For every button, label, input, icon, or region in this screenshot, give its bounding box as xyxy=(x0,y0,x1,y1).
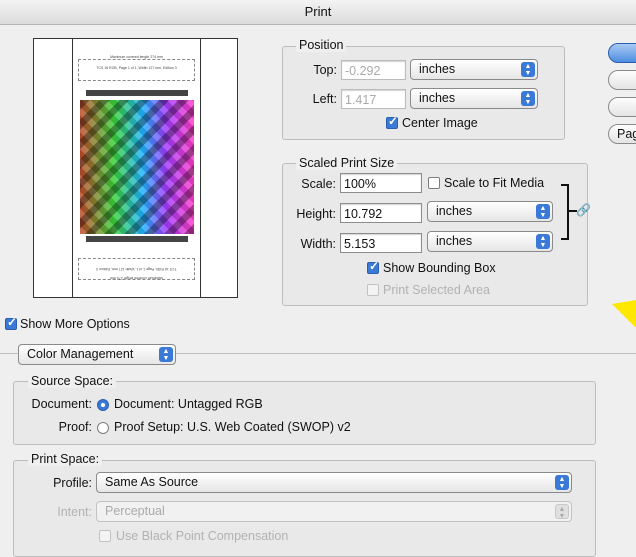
intent-label: Intent: xyxy=(57,505,92,519)
source-space-legend: Source Space: xyxy=(28,374,116,388)
show-bounding-box-label: Show Bounding Box xyxy=(383,261,496,275)
proof-label: Proof: xyxy=(58,420,92,434)
proof-radio[interactable] xyxy=(97,422,109,434)
chevron-updown-icon: ▲ ▼ xyxy=(159,347,173,362)
scale-to-fit-checkbox[interactable] xyxy=(428,177,440,189)
chevron-updown-icon: ▲ ▼ xyxy=(555,504,569,520)
left-unit-select[interactable]: inches ▲ ▼ xyxy=(410,88,538,109)
document-option-label: Document: Untagged RGB xyxy=(114,397,263,411)
chevron-updown-icon: ▲ ▼ xyxy=(521,91,535,106)
chevron-updown-icon: ▲ ▼ xyxy=(521,62,535,77)
height-field[interactable]: 10.792 xyxy=(340,203,422,223)
top-unit-select[interactable]: inches ▲ ▼ xyxy=(410,59,538,80)
chevron-updown-icon: ▲ ▼ xyxy=(555,475,569,490)
document-radio[interactable] xyxy=(97,399,109,411)
cancel-button[interactable] xyxy=(608,70,636,90)
scale-label: Scale: xyxy=(301,177,336,191)
left-label: Left: xyxy=(312,92,337,106)
width-label: Width: xyxy=(300,237,336,251)
print-preview: Maximum covered length 274 mm TCS 16 RGB… xyxy=(33,38,238,298)
color-management-select[interactable]: Color Management ▲ ▼ xyxy=(18,344,176,365)
center-image-checkbox[interactable] xyxy=(386,114,398,129)
proportion-bracket xyxy=(561,184,569,240)
scaled-size-legend: Scaled Print Size xyxy=(296,156,398,170)
chevron-updown-icon: ▲ ▼ xyxy=(536,234,550,249)
height-label: Height: xyxy=(296,207,336,221)
intent-select[interactable]: Perceptual ▲ ▼ xyxy=(96,501,572,522)
print-space-legend: Print Space: xyxy=(28,452,103,466)
show-more-options-label: Show More Options xyxy=(20,317,130,331)
width-unit-select[interactable]: inches ▲ ▼ xyxy=(427,231,553,252)
black-point-compensation-checkbox[interactable] xyxy=(99,530,111,542)
black-point-compensation-label: Use Black Point Compensation xyxy=(116,529,289,543)
center-image-label: Center Image xyxy=(402,116,478,130)
width-field[interactable]: 5.153 xyxy=(340,233,422,253)
preview-footer-2: Maximum covered length 274 mm xyxy=(110,276,163,280)
chevron-updown-icon: ▲ ▼ xyxy=(536,204,550,219)
done-button[interactable] xyxy=(608,97,636,117)
preview-top-bar xyxy=(86,90,188,96)
print-button[interactable] xyxy=(608,43,636,63)
window-title: Print xyxy=(0,0,636,25)
scale-to-fit-label: Scale to Fit Media xyxy=(444,176,545,190)
preview-bottom-bar xyxy=(86,236,188,242)
source-space-group xyxy=(13,381,596,445)
document-label: Document: xyxy=(31,397,92,411)
preview-footer-1: TCS 16 RGB, Page 1 of 1, Width 127 mm, E… xyxy=(96,267,177,271)
color-target-image xyxy=(80,100,194,234)
position-legend: Position xyxy=(296,38,347,52)
left-field[interactable]: 1.417 xyxy=(341,89,406,109)
show-bounding-box-checkbox[interactable] xyxy=(367,259,379,274)
page-setup-button[interactable]: Pag xyxy=(608,124,636,144)
profile-select[interactable]: Same As Source ▲ ▼ xyxy=(96,472,572,493)
show-more-options-checkbox[interactable] xyxy=(5,315,17,330)
print-selected-area-checkbox[interactable] xyxy=(367,284,379,296)
print-selected-area-label: Print Selected Area xyxy=(383,283,491,297)
top-label: Top: xyxy=(313,63,337,77)
height-unit-select[interactable]: inches ▲ ▼ xyxy=(427,201,553,222)
proof-option-label: Proof Setup: U.S. Web Coated (SWOP) v2 xyxy=(114,420,351,434)
scale-field[interactable]: 100% xyxy=(340,173,422,193)
highlight-marker xyxy=(612,300,636,328)
link-icon[interactable]: 🔗 xyxy=(576,203,591,217)
top-field[interactable]: -0.292 xyxy=(341,60,406,80)
profile-label: Profile: xyxy=(53,476,92,490)
